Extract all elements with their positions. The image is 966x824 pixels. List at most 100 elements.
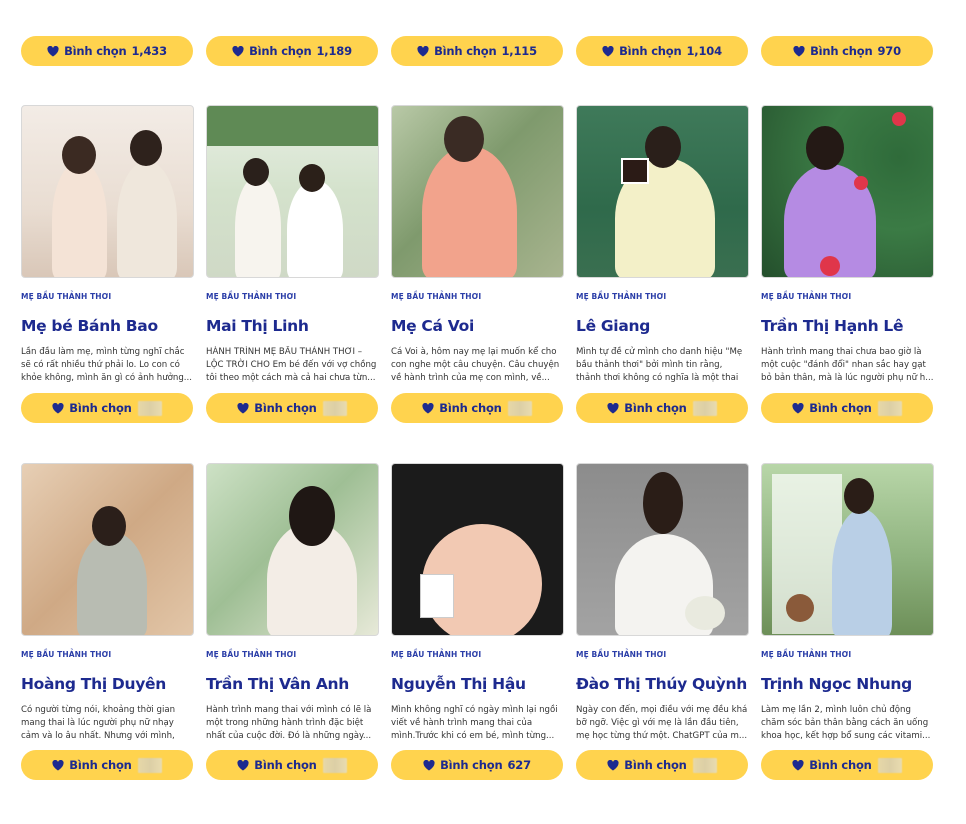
vote-button[interactable]: Bình chọn 1,433 bbox=[21, 36, 193, 66]
heart-icon bbox=[417, 45, 429, 56]
category-tag: MẸ BẦU THẢNH THƠI bbox=[21, 292, 112, 301]
contestant-name[interactable]: Mai Thị Linh bbox=[206, 317, 379, 339]
vote-label: Bình chọn bbox=[440, 758, 503, 772]
contestant-photo[interactable] bbox=[576, 463, 749, 636]
contestant-name[interactable]: Hoàng Thị Duyên bbox=[21, 675, 194, 697]
contestant-card[interactable]: MẸ BẦU THẢNH THƠI Đào Thị Thúy Quỳnh Ngà… bbox=[576, 463, 749, 743]
heart-icon bbox=[607, 402, 619, 413]
heart-icon bbox=[792, 402, 804, 413]
contestant-description: Có người từng nói, khoảng thời gian mang… bbox=[21, 705, 176, 741]
category-tag: MẸ BẦU THẢNH THƠI bbox=[576, 292, 667, 301]
vote-button[interactable]: Bình chọn 627 bbox=[391, 750, 563, 780]
contestant-card[interactable]: MẸ BẦU THẢNH THƠI Trần Thị Hạnh Lê Hành … bbox=[761, 105, 934, 385]
vote-label: Bình chọn bbox=[624, 401, 687, 415]
vote-count-hidden bbox=[692, 757, 717, 773]
vote-count: 627 bbox=[507, 758, 531, 772]
contestant-description: Mình tự đề cử mình cho danh hiệu "Mẹ bầu… bbox=[576, 347, 743, 383]
vote-count: 1,104 bbox=[686, 44, 723, 58]
category-tag: MẸ BẦU THẢNH THƠI bbox=[206, 292, 297, 301]
vote-button[interactable]: Bình chọn 1,104 bbox=[576, 36, 748, 66]
category-tag: MẸ BẦU THẢNH THƠI bbox=[21, 650, 112, 659]
contestant-description: Mình không nghĩ có ngày mình lại ngồi vi… bbox=[391, 705, 558, 741]
vote-count-hidden bbox=[877, 400, 902, 416]
heart-icon bbox=[52, 759, 64, 770]
vote-count-hidden bbox=[692, 400, 717, 416]
contestant-card[interactable]: MẸ BẦU THẢNH THƠI Lê Giang Mình tự đề cử… bbox=[576, 105, 749, 385]
vote-count-hidden bbox=[137, 400, 162, 416]
vote-count: 970 bbox=[877, 44, 901, 58]
contestant-name[interactable]: Trần Thị Vân Anh bbox=[206, 675, 379, 697]
vote-button[interactable]: Bình chọn bbox=[206, 750, 378, 780]
contestant-photo[interactable] bbox=[761, 463, 934, 636]
vote-button[interactable]: Bình chọn bbox=[576, 393, 748, 423]
category-tag: MẸ BẦU THẢNH THƠI bbox=[761, 650, 852, 659]
contestant-photo[interactable] bbox=[206, 463, 379, 636]
vote-button[interactable]: Bình chọn bbox=[21, 750, 193, 780]
vote-label: Bình chọn bbox=[69, 758, 132, 772]
vote-count-hidden bbox=[322, 757, 347, 773]
heart-icon bbox=[793, 45, 805, 56]
contestant-photo[interactable] bbox=[761, 105, 934, 278]
vote-label: Bình chọn bbox=[254, 401, 317, 415]
contestant-card[interactable]: MẸ BẦU THẢNH THƠI Trần Thị Vân Anh Hành … bbox=[206, 463, 379, 743]
vote-label: Bình chọn bbox=[64, 44, 127, 58]
contestant-photo[interactable] bbox=[21, 463, 194, 636]
heart-icon bbox=[237, 402, 249, 413]
vote-count: 1,433 bbox=[131, 44, 168, 58]
vote-label: Bình chọn bbox=[810, 44, 873, 58]
category-tag: MẸ BẦU THẢNH THƠI bbox=[391, 650, 482, 659]
heart-icon bbox=[232, 45, 244, 56]
contestant-name[interactable]: Đào Thị Thúy Quỳnh bbox=[576, 675, 749, 697]
vote-button[interactable]: Bình chọn 1,189 bbox=[206, 36, 378, 66]
heart-icon bbox=[52, 402, 64, 413]
category-tag: MẸ BẦU THẢNH THƠI bbox=[206, 650, 297, 659]
contestant-description: Cá Voi à, hôm nay mẹ lại muốn kể cho con… bbox=[391, 347, 560, 383]
contestant-card[interactable]: MẸ BẦU THẢNH THƠI Mẹ Cá Voi Cá Voi à, hô… bbox=[391, 105, 564, 385]
contestant-card[interactable]: MẸ BẦU THẢNH THƠI Mai Thị Linh HÀNH TRÌN… bbox=[206, 105, 379, 385]
heart-icon bbox=[47, 45, 59, 56]
vote-count: 1,189 bbox=[316, 44, 353, 58]
contestant-card[interactable]: MẸ BẦU THẢNH THƠI Mẹ bé Bánh Bao Lần đầu… bbox=[21, 105, 194, 385]
contestant-name[interactable]: Trịnh Ngọc Nhung bbox=[761, 675, 934, 697]
contestant-card[interactable]: MẸ BẦU THẢNH THƠI Nguyễn Thị Hậu Mình kh… bbox=[391, 463, 564, 743]
vote-label: Bình chọn bbox=[439, 401, 502, 415]
vote-button[interactable]: Bình chọn bbox=[391, 393, 563, 423]
vote-button[interactable]: Bình chọn bbox=[21, 393, 193, 423]
category-tag: MẸ BẦU THẢNH THƠI bbox=[576, 650, 667, 659]
category-tag: MẸ BẦU THẢNH THƠI bbox=[391, 292, 482, 301]
vote-count-hidden bbox=[507, 400, 532, 416]
vote-label: Bình chọn bbox=[254, 758, 317, 772]
vote-button[interactable]: Bình chọn bbox=[576, 750, 748, 780]
vote-count-hidden bbox=[877, 757, 902, 773]
contestant-name[interactable]: Mẹ Cá Voi bbox=[391, 317, 564, 339]
heart-icon bbox=[602, 45, 614, 56]
contestant-photo[interactable] bbox=[576, 105, 749, 278]
vote-button[interactable]: Bình chọn bbox=[761, 750, 933, 780]
contestant-photo[interactable] bbox=[21, 105, 194, 278]
vote-button[interactable]: Bình chọn 970 bbox=[761, 36, 933, 66]
vote-label: Bình chọn bbox=[249, 44, 312, 58]
contestant-photo[interactable] bbox=[391, 105, 564, 278]
vote-label: Bình chọn bbox=[619, 44, 682, 58]
vote-label: Bình chọn bbox=[434, 44, 497, 58]
contestant-card[interactable]: MẸ BẦU THẢNH THƠI Hoàng Thị Duyên Có ngư… bbox=[21, 463, 194, 743]
vote-count-hidden bbox=[137, 757, 162, 773]
vote-label: Bình chọn bbox=[69, 401, 132, 415]
contestant-description: HÀNH TRÌNH MẸ BẦU THẢNH THƠI – LỘC TRỜI … bbox=[206, 347, 377, 383]
vote-label: Bình chọn bbox=[809, 758, 872, 772]
vote-button[interactable]: Bình chọn 1,115 bbox=[391, 36, 563, 66]
contestant-name[interactable]: Nguyễn Thị Hậu bbox=[391, 675, 564, 697]
vote-count: 1,115 bbox=[501, 44, 538, 58]
contestant-photo[interactable] bbox=[391, 463, 564, 636]
vote-button[interactable]: Bình chọn bbox=[761, 393, 933, 423]
contestant-description: Hành trình mang thai với mình có lẽ là m… bbox=[206, 705, 372, 741]
vote-button[interactable]: Bình chọn bbox=[206, 393, 378, 423]
contestant-name[interactable]: Lê Giang bbox=[576, 317, 749, 339]
contestant-card[interactable]: MẸ BẦU THẢNH THƠI Trịnh Ngọc Nhung Làm m… bbox=[761, 463, 934, 743]
contestant-name[interactable]: Mẹ bé Bánh Bao bbox=[21, 317, 194, 339]
contestant-name[interactable]: Trần Thị Hạnh Lê bbox=[761, 317, 934, 339]
contestant-photo[interactable] bbox=[206, 105, 379, 278]
heart-icon bbox=[422, 402, 434, 413]
contestant-description: Làm mẹ lần 2, mình luôn chủ động chăm só… bbox=[761, 705, 931, 741]
heart-icon bbox=[792, 759, 804, 770]
